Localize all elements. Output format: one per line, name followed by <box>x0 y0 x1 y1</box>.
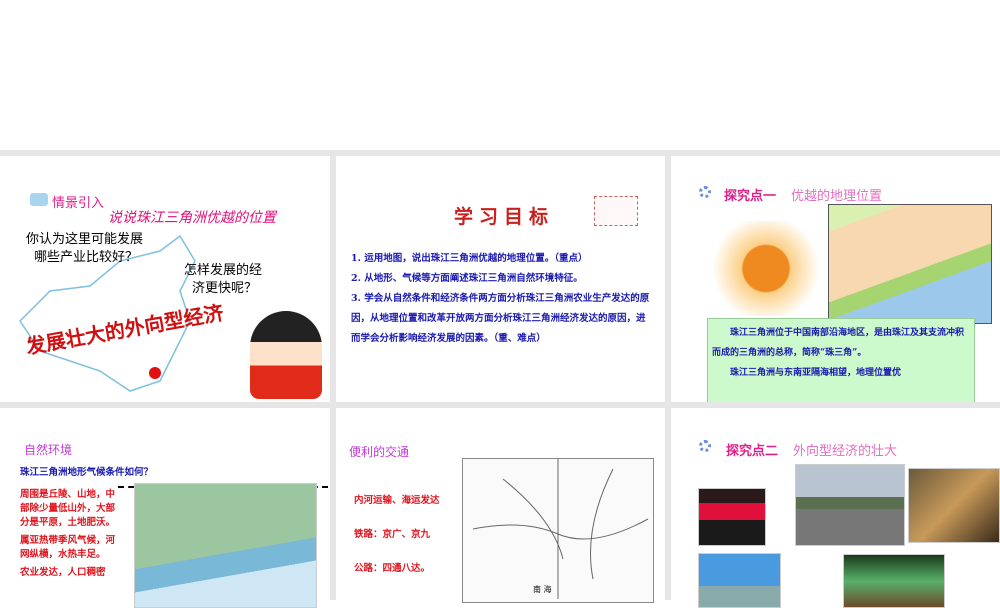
paragraph: 属亚热带季风气候，河网纵横，水热丰足。 <box>20 535 116 560</box>
slide-title: 外向型经济的壮大 <box>793 444 898 459</box>
slide-label: 探究点一 <box>724 189 777 204</box>
transport-map: 南 海 <box>462 458 654 603</box>
objective-item: 3. 学会从自然条件和经济条件两方面分析珠江三角洲农业生产发达的原因，从地理位置… <box>351 293 650 344</box>
objectives-list: 1. 运用地图，说出珠江三角洲优越的地理位置。（重点） 2. 从地形、气候等方面… <box>351 249 651 349</box>
slide-title: 说说珠江三角洲优越的位置 <box>108 210 276 226</box>
slide-title: 便利的交通 <box>349 445 410 459</box>
girl-cartoon <box>250 311 322 399</box>
photo-theater <box>698 488 766 546</box>
objective-item: 1. 运用地图，说出珠江三角洲优越的地理位置。（重点） <box>351 253 588 264</box>
paragraph: 周围是丘陵、山地，中部除少量低山外，大部分是平原，土地肥沃。 <box>20 489 116 528</box>
slide-1-thumbnail[interactable]: 情景引入 说说珠江三角洲优越的位置 你认为这里可能发展 哪些产业比较好？ 怎样发… <box>0 156 330 402</box>
question-text: 济更快呢？ <box>192 281 258 296</box>
transport-text: 铁路：京广、京九 <box>354 529 431 540</box>
question-text: 哪些产业比较好？ <box>34 250 139 265</box>
slide-5-thumbnail[interactable]: 便利的交通 内河运输、海运发达 铁路：京广、京九 公路：四通八达。 南 海 <box>336 408 665 608</box>
question-text: 你认为这里可能发展 <box>26 232 144 247</box>
objective-item: 2. 从地形、气候等方面阐述珠江三角洲自然环境特征。 <box>351 273 583 284</box>
photo-roundabout <box>795 464 905 546</box>
map-label: 南 海 <box>533 585 552 594</box>
gear-icon <box>699 186 711 198</box>
guangdong-map <box>706 221 826 316</box>
camera-icon <box>30 193 48 206</box>
slide-label: 情景引入 <box>52 196 105 211</box>
slide-title: 优越的地理位置 <box>791 189 883 204</box>
slide-2-thumbnail[interactable]: 学习目标 1. 运用地图，说出珠江三角洲优越的地理位置。（重点） 2. 从地形、… <box>336 156 665 402</box>
question-text: 珠江三角洲地形气候条件如何？ <box>20 467 154 478</box>
terrain-map <box>134 483 317 608</box>
editor-blank-area <box>0 0 1000 150</box>
transport-text: 公路：四通八达。 <box>354 563 431 574</box>
description: 周围是丘陵、山地，中部除少量低山外，大部分是平原，土地肥沃。 属亚热带季风气候，… <box>20 488 120 580</box>
paragraph: 珠江三角洲位于中国南部沿海地区，是由珠江及其支流冲积而成的三角洲的总称，简称“珠… <box>712 328 965 358</box>
note-stamp <box>594 196 638 226</box>
pearl-river-delta-marker <box>149 367 161 379</box>
slide-4-thumbnail[interactable]: 自然环境 珠江三角洲地形气候条件如何？ 周围是丘陵、山地，中部除少量低山外，大部… <box>0 408 330 608</box>
transport-text: 内河运输、海运发达 <box>354 495 440 506</box>
slide-6-thumbnail[interactable]: 探究点二 外向型经济的壮大 <box>671 408 1000 608</box>
photo-city-night <box>908 468 1000 543</box>
slide-3-thumbnail[interactable]: 探究点一 优越的地理位置 珠江三角洲位于中国南部沿海地区，是由珠江及其支流冲积而… <box>671 156 1000 402</box>
slide-label: 探究点二 <box>726 444 779 459</box>
gear-icon <box>699 440 711 452</box>
paragraph: 农业发达，人口稠密 <box>20 567 106 578</box>
paragraph: 珠江三角洲与东南亚隔海相望，地理位置优 <box>730 368 902 378</box>
description-box: 珠江三角洲位于中国南部沿海地区，是由珠江及其支流冲积而成的三角洲的总称，简称“珠… <box>707 318 975 402</box>
slide-sorter: 情景引入 说说珠江三角洲优越的位置 你认为这里可能发展 哪些产业比较好？ 怎样发… <box>0 150 1000 608</box>
asia-map <box>828 204 992 324</box>
slide-title: 自然环境 <box>24 443 73 457</box>
slide-title: 学习目标 <box>454 206 555 228</box>
question-text: 怎样发展的经 <box>184 263 263 278</box>
